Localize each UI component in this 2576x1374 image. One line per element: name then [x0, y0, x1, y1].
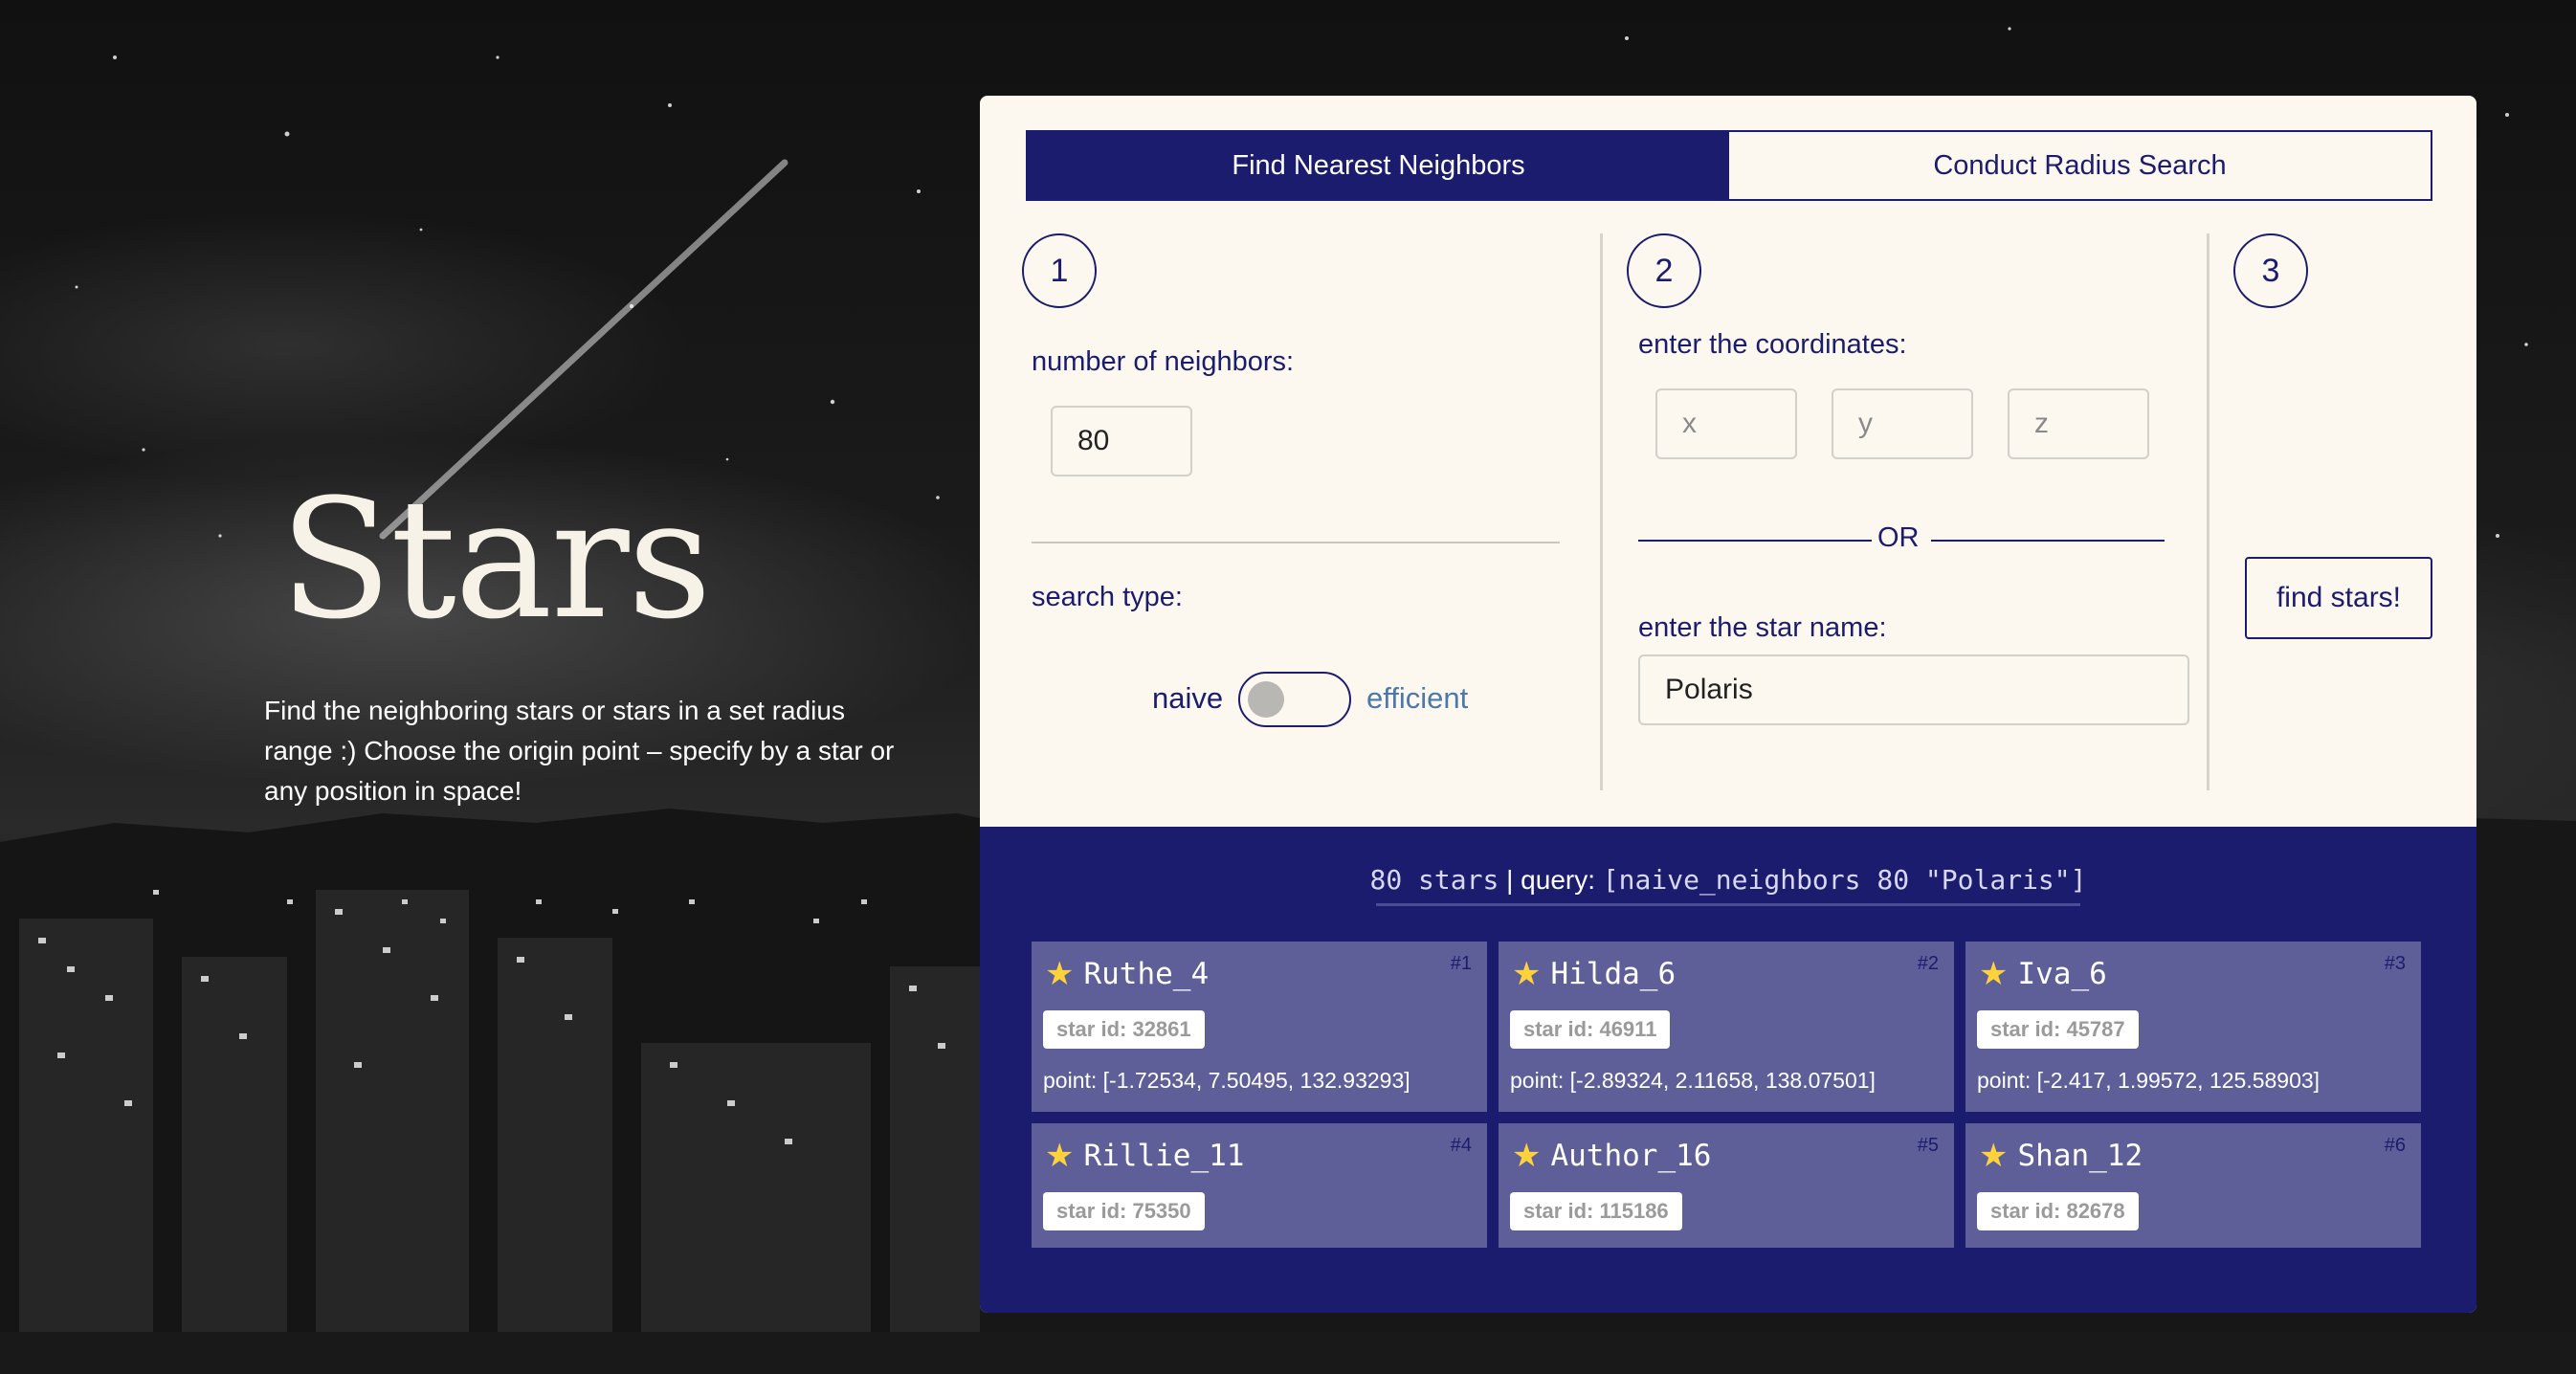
star-card[interactable]: ★ Ruthe_4 #1 star id: 32861 point: [-1.72…: [1032, 942, 1487, 1112]
neighbors-label: number of neighbors:: [1032, 346, 1295, 377]
hero-description: Find the neighboring stars or stars in a…: [264, 696, 895, 806]
star-id-badge: star id: 46911: [1510, 1010, 1671, 1049]
star-name-text: Hilda_6: [1550, 957, 1677, 991]
star-icon: ★: [1512, 955, 1542, 993]
coordinate-x-input[interactable]: [1655, 388, 1797, 459]
results-section: 80 stars | query: [naive_neighbors 80 "P…: [980, 827, 2476, 1313]
star-card[interactable]: ★ Iva_6 #3 star id: 45787 point: [-2.417,…: [1965, 942, 2421, 1112]
find-stars-button[interactable]: find stars!: [2245, 557, 2432, 639]
search-type-label: search type:: [1032, 582, 1183, 612]
query-label: query:: [1521, 865, 1595, 895]
hero-title: Stars: [279, 463, 712, 655]
star-name: ★ Rillie_11: [1045, 1137, 1244, 1175]
star-icon: ★: [1045, 955, 1075, 993]
star-card[interactable]: ★ Hilda_6 #2 star id: 46911 point: [-2.89…: [1499, 942, 1954, 1112]
or-divider-left: [1638, 540, 1872, 542]
star-name: ★ Iva_6: [1979, 955, 2107, 993]
toggle-label-naive: naive: [1152, 681, 1224, 715]
star-point: point: [-2.417, 1.99572, 125.58903]: [1977, 1068, 2321, 1093]
summary-separator: |: [1506, 865, 1514, 895]
star-id-badge: star id: 82678: [1977, 1192, 2139, 1230]
star-name: ★ Hilda_6: [1512, 955, 1676, 993]
tab-conduct-radius-search[interactable]: Conduct Radius Search: [1729, 132, 2431, 199]
search-mode-tabs: Find Nearest Neighbors Conduct Radius Se…: [1026, 130, 2432, 201]
star-rank: #3: [2384, 953, 2406, 974]
star-name-input[interactable]: [1638, 654, 2189, 725]
star-name-text: Rillie_11: [1083, 1139, 1245, 1173]
toggle-knob: [1248, 681, 1284, 718]
coordinates-label: enter the coordinates:: [1638, 329, 1907, 360]
star-id-badge: star id: 75350: [1043, 1192, 1205, 1230]
results-count: 80 stars: [1369, 864, 1499, 896]
star-name-text: Shan_12: [2017, 1139, 2143, 1173]
star-name-text: Ruthe_4: [1083, 957, 1210, 991]
search-panel: Find Nearest Neighbors Conduct Radius Se…: [980, 96, 2476, 1313]
step-2-badge: 2: [1627, 233, 1701, 308]
bottom-strip: [0, 1332, 2576, 1374]
star-card[interactable]: ★ Author_16 #5 star id: 115186: [1499, 1123, 1954, 1248]
search-type-toggle[interactable]: [1238, 672, 1351, 727]
star-rank: #5: [1917, 1135, 1939, 1156]
star-rank: #6: [2384, 1135, 2406, 1156]
results-summary: 80 stars | query: [naive_neighbors 80 "P…: [980, 861, 2476, 899]
section-divider: [1032, 542, 1560, 543]
star-name: ★ Ruthe_4: [1045, 955, 1209, 993]
star-id-badge: star id: 115186: [1510, 1192, 1682, 1230]
star-icon: ★: [1512, 1137, 1542, 1175]
star-rank: #1: [1450, 953, 1472, 974]
star-name-label: enter the star name:: [1638, 612, 1887, 643]
star-rank: #4: [1450, 1135, 1472, 1156]
star-icon: ★: [1979, 955, 2009, 993]
star-id-badge: star id: 45787: [1977, 1010, 2139, 1049]
star-point: point: [-2.89324, 2.11658, 138.07501]: [1510, 1068, 1876, 1093]
toggle-label-efficient: efficient: [1366, 681, 1469, 715]
star-name: ★ Shan_12: [1979, 1137, 2143, 1175]
neighbors-input[interactable]: [1051, 406, 1192, 476]
star-icon: ★: [1979, 1137, 2009, 1175]
coordinate-y-input[interactable]: [1832, 388, 1973, 459]
column-divider-1: [1600, 233, 1603, 790]
star-id-badge: star id: 32861: [1043, 1010, 1205, 1049]
or-divider-right: [1931, 540, 2165, 542]
star-point: point: [-1.72534, 7.50495, 132.93293]: [1043, 1068, 1410, 1093]
query-text: [naive_neighbors 80 "Polaris"]: [1602, 864, 2087, 896]
star-name: ★ Author_16: [1512, 1137, 1711, 1175]
star-rank: #2: [1917, 953, 1939, 974]
star-name-text: Iva_6: [2017, 957, 2107, 991]
star-card[interactable]: ★ Rillie_11 #4 star id: 75350: [1032, 1123, 1487, 1248]
star-card[interactable]: ★ Shan_12 #6 star id: 82678: [1965, 1123, 2421, 1248]
summary-underline: [1376, 903, 2080, 906]
or-text: OR: [1877, 522, 1920, 553]
tab-find-nearest-neighbors[interactable]: Find Nearest Neighbors: [1028, 132, 1729, 199]
column-divider-2: [2207, 233, 2210, 790]
coordinate-z-input[interactable]: [2008, 388, 2149, 459]
step-1-badge: 1: [1022, 233, 1097, 308]
step-3-badge: 3: [2233, 233, 2308, 308]
star-name-text: Author_16: [1550, 1139, 1712, 1173]
star-icon: ★: [1045, 1137, 1075, 1175]
